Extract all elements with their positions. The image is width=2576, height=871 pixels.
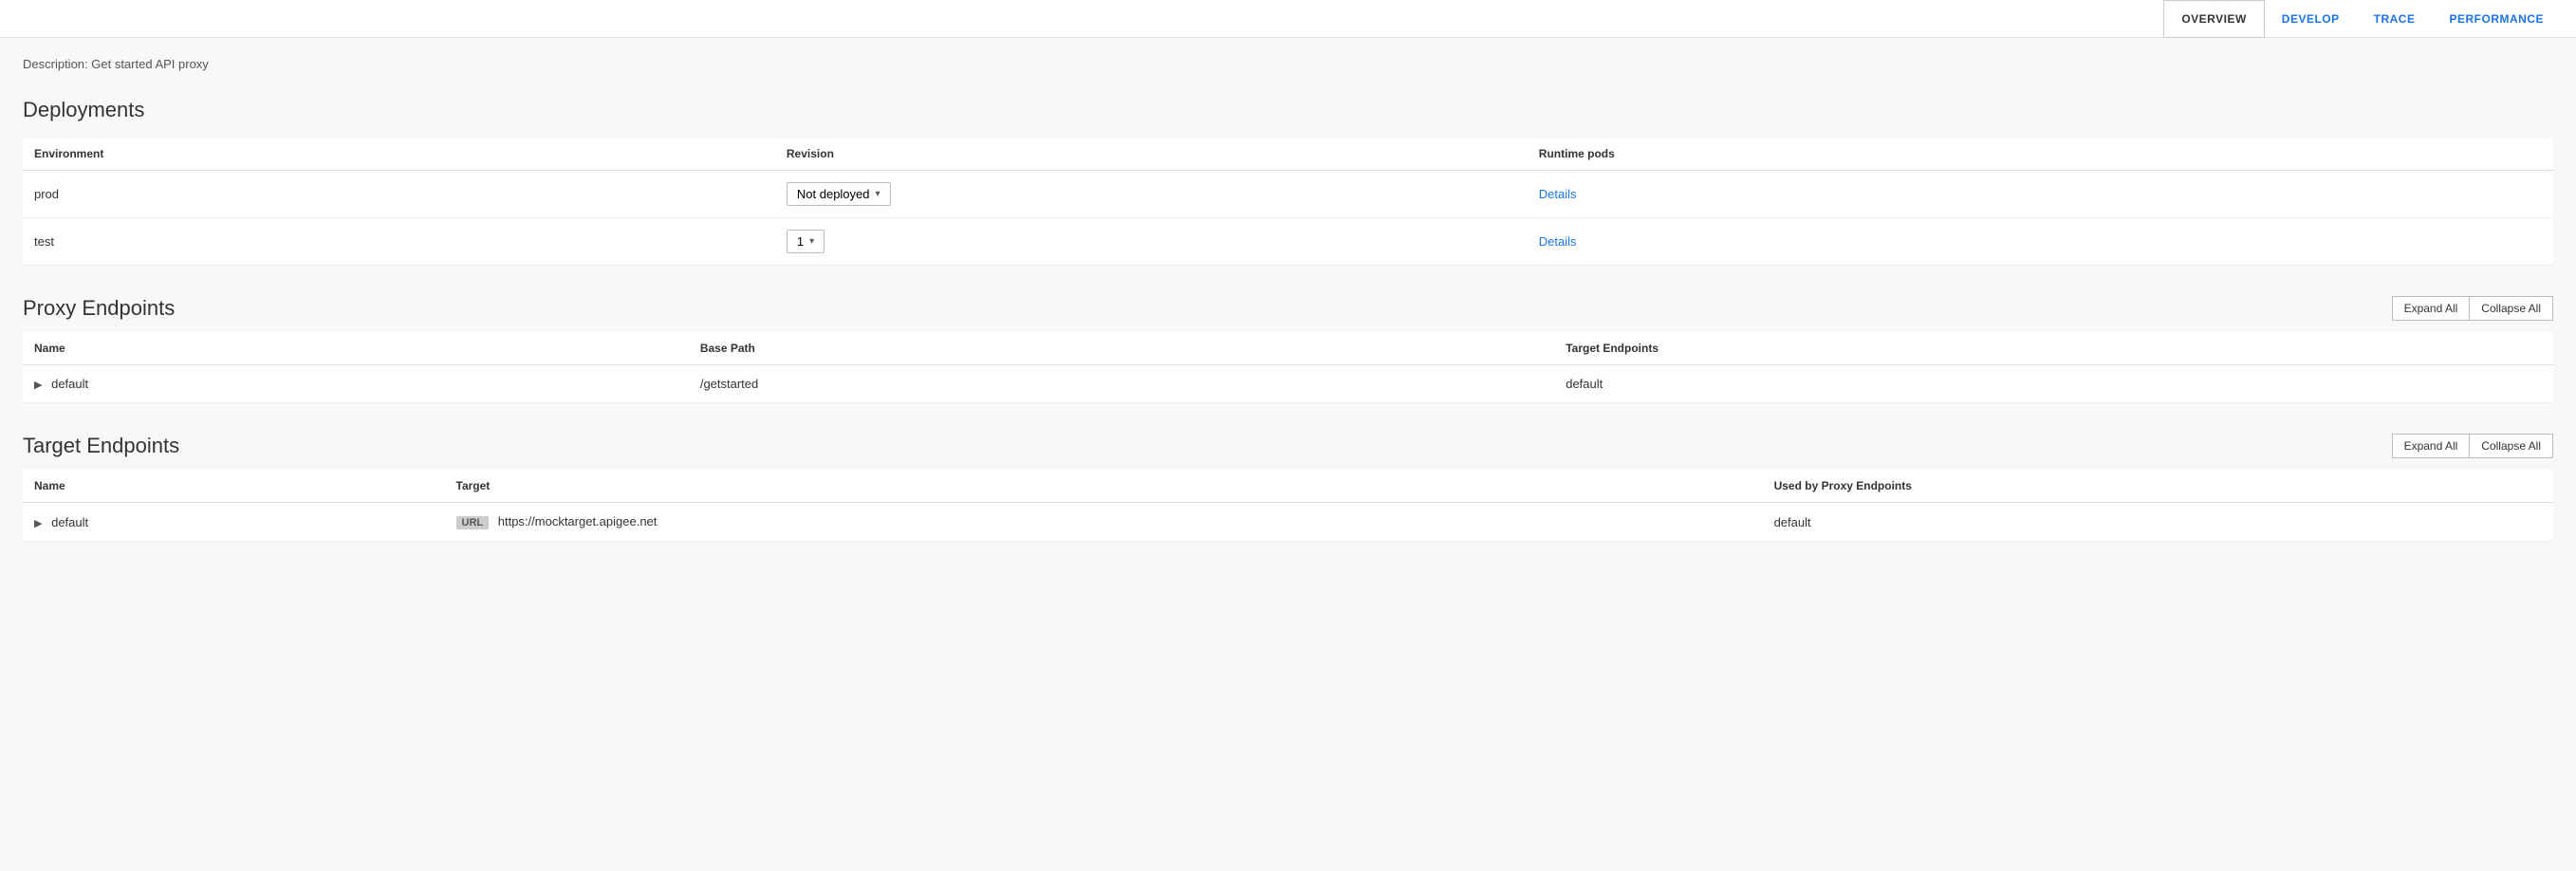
target-used-by-cell: default	[1763, 503, 2553, 542]
table-row: ▶ default /getstarted default	[23, 365, 2553, 403]
proxy-name-cell: ▶ default	[23, 365, 689, 403]
proxy-endpoints-buttons: Expand All Collapse All	[2392, 296, 2553, 321]
tab-trace[interactable]: TRACE	[2357, 0, 2433, 38]
url-badge: URL	[456, 516, 490, 529]
target-endpoints-buttons: Expand All Collapse All	[2392, 434, 2553, 458]
expand-arrow-icon[interactable]: ▶	[34, 379, 42, 391]
target-target-cell: URL https://mocktarget.apigee.net	[445, 503, 1763, 542]
table-row: ▶ default URL https://mocktarget.apigee.…	[23, 503, 2553, 542]
top-nav: OVERVIEW DEVELOP TRACE PERFORMANCE	[0, 0, 2576, 38]
col-header-runtime-pods: Runtime pods	[1528, 138, 2553, 171]
col-header-target: Target	[445, 470, 1763, 503]
target-endpoints-header: Target Endpoints Expand All Collapse All	[23, 434, 2553, 458]
proxy-endpoints-header: Proxy Endpoints Expand All Collapse All	[23, 296, 2553, 321]
details-link-prod[interactable]: Details	[1539, 187, 1577, 201]
proxy-basepath-cell: /getstarted	[689, 365, 1554, 403]
revision-cell-prod: Not deployed ▾	[775, 171, 1528, 218]
target-collapse-all-button[interactable]: Collapse All	[2469, 434, 2553, 458]
proxy-expand-all-button[interactable]: Expand All	[2392, 296, 2470, 321]
tab-performance[interactable]: PERFORMANCE	[2432, 0, 2561, 38]
deployments-section: Deployments Environment Revision Runtime…	[23, 98, 2553, 266]
chevron-down-icon: ▾	[876, 189, 880, 199]
target-name-cell: ▶ default	[23, 503, 445, 542]
col-header-name: Name	[23, 470, 445, 503]
deployments-title: Deployments	[23, 98, 2553, 122]
details-link-test[interactable]: Details	[1539, 234, 1577, 249]
col-header-base-path: Base Path	[689, 332, 1554, 365]
table-row: prod Not deployed ▾ Details	[23, 171, 2553, 218]
revision-dropdown-prod[interactable]: Not deployed ▾	[787, 182, 891, 206]
env-cell-prod: prod	[23, 171, 775, 218]
runtime-pods-cell-prod: Details	[1528, 171, 2553, 218]
expand-arrow-icon[interactable]: ▶	[34, 517, 42, 529]
target-endpoints-section: Target Endpoints Expand All Collapse All…	[23, 434, 2553, 542]
col-header-target-endpoints: Target Endpoints	[1554, 332, 2553, 365]
runtime-pods-cell-test: Details	[1528, 218, 2553, 266]
tab-develop[interactable]: DEVELOP	[2265, 0, 2357, 38]
proxy-endpoints-table: Name Base Path Target Endpoints ▶ defaul…	[23, 332, 2553, 403]
description-text: Description: Get started API proxy	[23, 57, 2553, 71]
main-content: Description: Get started API proxy Deplo…	[0, 38, 2576, 591]
table-row: test 1 ▾ Details	[23, 218, 2553, 266]
target-endpoints-title: Target Endpoints	[23, 434, 179, 458]
target-endpoints-table: Name Target Used by Proxy Endpoints ▶ de…	[23, 470, 2553, 542]
revision-cell-test: 1 ▾	[775, 218, 1528, 266]
deployments-table: Environment Revision Runtime pods prod N…	[23, 138, 2553, 266]
col-header-environment: Environment	[23, 138, 775, 171]
proxy-endpoints-title: Proxy Endpoints	[23, 296, 175, 321]
target-expand-all-button[interactable]: Expand All	[2392, 434, 2470, 458]
col-header-name: Name	[23, 332, 689, 365]
tab-overview[interactable]: OVERVIEW	[2163, 0, 2264, 38]
chevron-down-icon: ▾	[809, 236, 814, 247]
revision-dropdown-test[interactable]: 1 ▾	[787, 230, 825, 253]
proxy-collapse-all-button[interactable]: Collapse All	[2469, 296, 2553, 321]
col-header-used-by: Used by Proxy Endpoints	[1763, 470, 2553, 503]
col-header-revision: Revision	[775, 138, 1528, 171]
env-cell-test: test	[23, 218, 775, 266]
proxy-target-cell: default	[1554, 365, 2553, 403]
proxy-endpoints-section: Proxy Endpoints Expand All Collapse All …	[23, 296, 2553, 403]
